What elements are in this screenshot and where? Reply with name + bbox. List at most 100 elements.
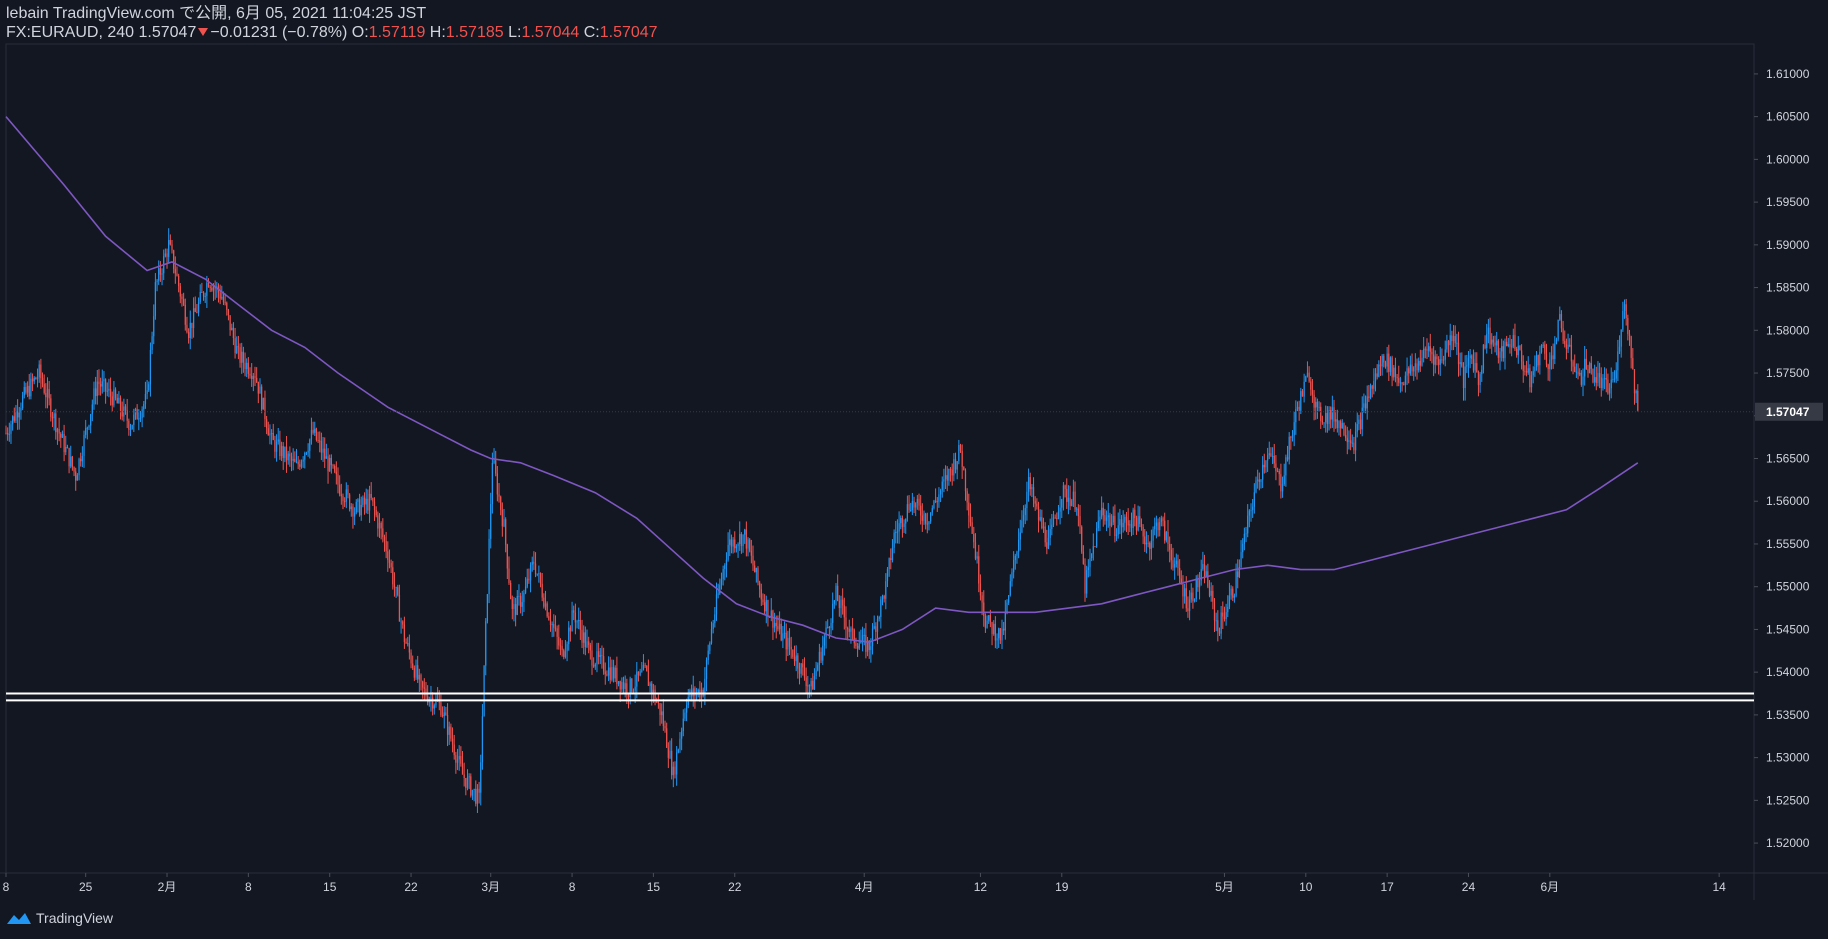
candle-body xyxy=(895,531,897,533)
candle-body xyxy=(818,651,821,666)
candle-body xyxy=(101,381,103,387)
candle-body xyxy=(1506,341,1508,347)
candle-body xyxy=(956,461,958,470)
candle-body xyxy=(805,677,807,687)
candle-body xyxy=(1507,344,1509,347)
candle-body xyxy=(581,629,583,643)
candle-body xyxy=(290,456,293,461)
candle-body xyxy=(408,643,411,653)
candle-body xyxy=(1306,372,1309,377)
candle-body xyxy=(1335,419,1337,422)
candle-body xyxy=(60,433,62,438)
candle-body xyxy=(1406,368,1408,376)
candle-body xyxy=(1567,344,1569,350)
candle-body xyxy=(994,623,996,641)
candle-body xyxy=(1082,551,1084,564)
candle-body xyxy=(1366,396,1368,409)
candle-body xyxy=(707,650,709,661)
candle-body xyxy=(1600,377,1602,389)
candle-body xyxy=(1340,421,1342,429)
candle-body xyxy=(202,292,205,297)
candle-body xyxy=(538,573,540,575)
candle-body xyxy=(916,498,918,504)
support-zone[interactable] xyxy=(6,692,1754,702)
candle-body xyxy=(1049,528,1051,538)
candle-body xyxy=(1512,335,1514,347)
candle-body xyxy=(1310,381,1312,390)
candle-body xyxy=(954,459,957,470)
candle-body xyxy=(853,629,855,644)
candle-body xyxy=(501,509,503,527)
candle-body xyxy=(31,378,34,382)
candle-body xyxy=(1064,485,1066,489)
candle-body xyxy=(400,621,402,623)
candle-body xyxy=(1491,339,1493,345)
candle-body xyxy=(460,756,462,764)
candle-body xyxy=(1228,595,1231,607)
candle-body xyxy=(1223,616,1226,620)
candle-body xyxy=(526,578,528,587)
candle-body xyxy=(503,519,505,527)
candle-body xyxy=(285,446,288,461)
candle-body xyxy=(1525,370,1528,373)
candle-body xyxy=(266,419,268,429)
candle-body xyxy=(880,599,882,617)
candle-body xyxy=(1147,542,1149,544)
candle-body xyxy=(971,522,973,534)
candle-body xyxy=(1524,370,1526,372)
candle-body xyxy=(1353,442,1355,451)
candle-body xyxy=(43,383,45,393)
candle-body xyxy=(1544,344,1546,354)
candle-body xyxy=(515,604,517,615)
candle-body xyxy=(722,569,724,580)
price-axis[interactable]: 1.52000 1.52500 1.53000 1.53500 1.54000 1.545… xyxy=(1754,67,1823,850)
candle-body xyxy=(488,538,490,595)
time-axis[interactable]: 8 25 2月 8 15 22 3月 8 15 22 4月 12 19 5月 10 17 24 6月 14 xyxy=(3,873,1726,894)
candle-body xyxy=(448,726,450,735)
candle-body xyxy=(319,440,321,442)
candle-body xyxy=(1009,581,1011,596)
candle-body xyxy=(518,595,520,597)
candle-body xyxy=(197,302,200,313)
candle-body xyxy=(968,502,970,516)
candle-body xyxy=(1560,314,1563,329)
candle-body xyxy=(925,513,927,524)
candle-body xyxy=(1369,385,1372,399)
candle-body xyxy=(986,620,988,628)
candle-body xyxy=(93,388,95,405)
price-chart[interactable]: 1.52000 1.52500 1.53000 1.53500 1.54000 1.545… xyxy=(0,0,1828,900)
candle-body xyxy=(1031,487,1033,490)
candle-body xyxy=(1165,532,1167,541)
candle-body xyxy=(430,697,432,700)
candle-body xyxy=(516,595,518,615)
candle-body xyxy=(808,685,811,687)
candle-body xyxy=(41,378,44,384)
candle-body xyxy=(905,518,907,524)
candle-body xyxy=(1496,340,1498,346)
candle-body xyxy=(617,681,620,684)
candle-body xyxy=(1271,455,1274,457)
candle-body xyxy=(886,568,889,582)
candle-body xyxy=(1323,422,1325,424)
candle-body xyxy=(1313,394,1315,408)
candle-body xyxy=(1011,572,1013,582)
candle-body xyxy=(422,681,424,688)
price-tick-label: 1.56500 xyxy=(1766,452,1810,466)
candle-body xyxy=(792,649,794,657)
candle-body xyxy=(324,448,326,459)
candle-body xyxy=(1021,520,1023,533)
tradingview-branding[interactable]: TradingView xyxy=(6,910,113,926)
candle-body xyxy=(1514,335,1516,350)
candle-body xyxy=(1635,390,1637,394)
candle-body xyxy=(664,726,666,729)
candle-body xyxy=(694,688,696,697)
candle-body xyxy=(544,603,547,607)
candle-body xyxy=(1409,364,1411,374)
candle-body xyxy=(611,667,613,680)
candle-body xyxy=(1164,520,1166,541)
candle-body xyxy=(1255,480,1257,493)
candle-body xyxy=(561,646,563,651)
candle-body xyxy=(1122,522,1124,528)
candle-body xyxy=(1432,354,1435,365)
candle-body xyxy=(539,573,542,584)
